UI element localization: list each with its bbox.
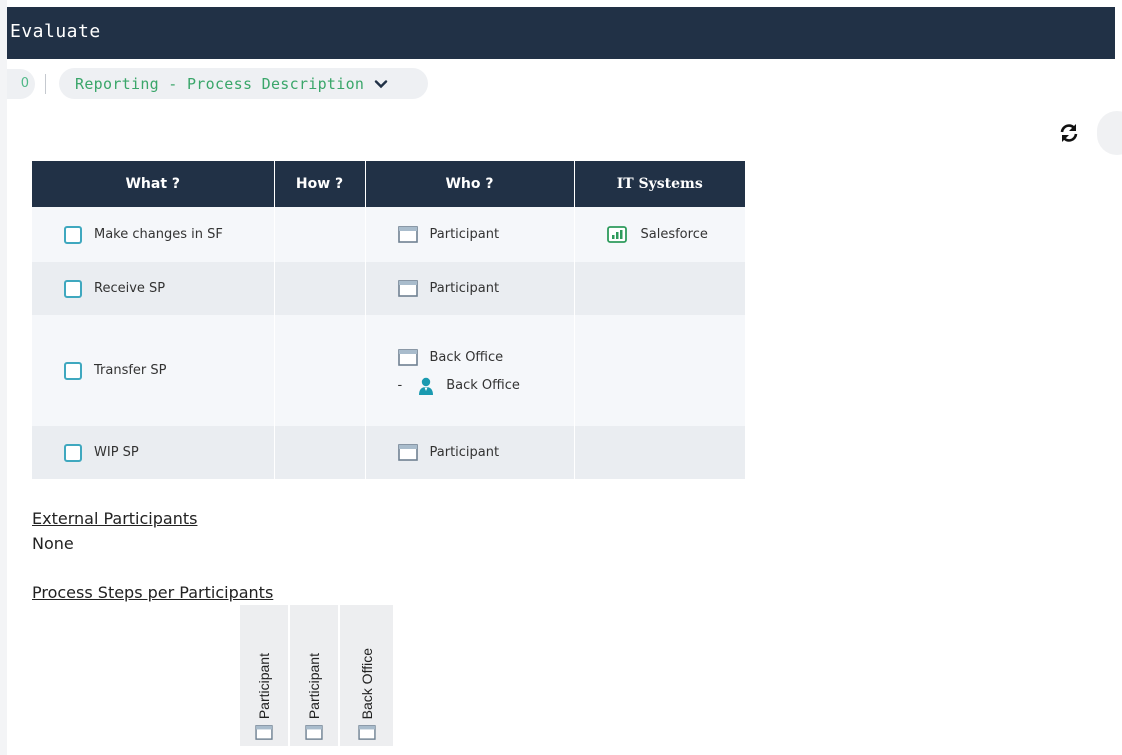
top-bar: Evaluate xyxy=(7,7,1115,59)
role-window-icon xyxy=(397,444,418,461)
process-step-icon xyxy=(64,443,82,462)
role-link[interactable]: Back Office xyxy=(430,350,504,365)
chevron-down-icon xyxy=(375,79,388,88)
process-description-table: What ? How ? Who ? IT Systems Make chang… xyxy=(32,161,745,479)
breadcrumb-previous-label: 0 xyxy=(20,76,29,91)
process-steps-matrix: Participant Participant Back Office xyxy=(240,605,393,746)
it-cell xyxy=(574,315,745,426)
external-participants-value: None xyxy=(32,534,74,553)
role-window-icon xyxy=(397,280,418,297)
what-cell: WIP SP xyxy=(32,426,275,479)
who-cell: Participant xyxy=(365,262,575,315)
role-window-icon xyxy=(255,725,273,740)
what-cell: Make changes in SF xyxy=(32,207,275,262)
participant-column: Participant xyxy=(240,605,290,746)
page-title: Evaluate xyxy=(10,21,101,42)
external-participants-heading: External Participants xyxy=(32,509,198,528)
process-step-icon xyxy=(64,279,82,298)
it-system-link[interactable]: Salesforce xyxy=(641,227,708,242)
left-edge-strip xyxy=(0,0,7,755)
role-window-icon xyxy=(397,226,418,243)
column-header-it-systems: IT Systems xyxy=(574,161,745,207)
it-cell xyxy=(574,262,745,315)
role-window-icon xyxy=(305,725,323,740)
process-step-link[interactable]: Transfer SP xyxy=(94,363,167,378)
it-cell: Salesforce xyxy=(574,207,745,262)
breadcrumb-separator xyxy=(45,74,46,94)
role-window-icon xyxy=(397,349,418,366)
how-cell xyxy=(274,315,366,426)
role-link[interactable]: Participant xyxy=(430,227,500,242)
table-row: Make changes in SF Participant Salesforc… xyxy=(32,207,745,262)
participant-column-label: Participant xyxy=(306,652,322,719)
process-step-link[interactable]: Receive SP xyxy=(94,281,165,296)
column-header-how: How ? xyxy=(274,161,366,207)
participant-column: Back Office xyxy=(340,605,393,746)
table-row: WIP SP Participant xyxy=(32,426,745,479)
who-cell: Participant xyxy=(365,426,575,479)
what-cell: Receive SP xyxy=(32,262,275,315)
it-cell xyxy=(574,426,745,479)
process-step-icon xyxy=(64,225,82,244)
side-panel-handle[interactable] xyxy=(1097,111,1122,155)
who-cell: Participant xyxy=(365,207,575,262)
role-window-icon xyxy=(357,725,376,740)
table-row: Receive SP Participant xyxy=(32,262,745,315)
how-cell xyxy=(274,262,366,315)
participant-column: Participant xyxy=(290,605,340,746)
role-link[interactable]: Participant xyxy=(430,281,500,296)
participant-column-label: Back Office xyxy=(358,647,375,719)
breadcrumb-current-dropdown[interactable]: Reporting - Process Description xyxy=(59,68,428,99)
person-link[interactable]: Back Office xyxy=(446,378,520,393)
process-step-link[interactable]: WIP SP xyxy=(94,445,139,460)
column-header-who: Who ? xyxy=(365,161,575,207)
what-cell: Transfer SP xyxy=(32,315,275,426)
how-cell xyxy=(274,207,366,262)
system-chart-icon xyxy=(606,226,627,243)
breadcrumb-current-label: Reporting - Process Description xyxy=(75,74,365,93)
process-step-icon xyxy=(64,361,82,380)
person-icon xyxy=(419,377,434,395)
refresh-icon[interactable] xyxy=(1058,122,1080,144)
dash-separator: - xyxy=(397,378,403,393)
process-steps-heading: Process Steps per Participants xyxy=(32,583,274,602)
table-row: Transfer SP Back Office - Back Office xyxy=(32,315,745,426)
process-step-link[interactable]: Make changes in SF xyxy=(94,227,223,242)
participant-column-label: Participant xyxy=(256,652,272,719)
breadcrumb-previous[interactable]: 0 xyxy=(7,69,35,99)
how-cell xyxy=(274,426,366,479)
table-header-row: What ? How ? Who ? IT Systems xyxy=(32,161,745,207)
role-link[interactable]: Participant xyxy=(430,445,500,460)
who-cell: Back Office - Back Office xyxy=(365,315,575,426)
column-header-what: What ? xyxy=(32,161,275,207)
